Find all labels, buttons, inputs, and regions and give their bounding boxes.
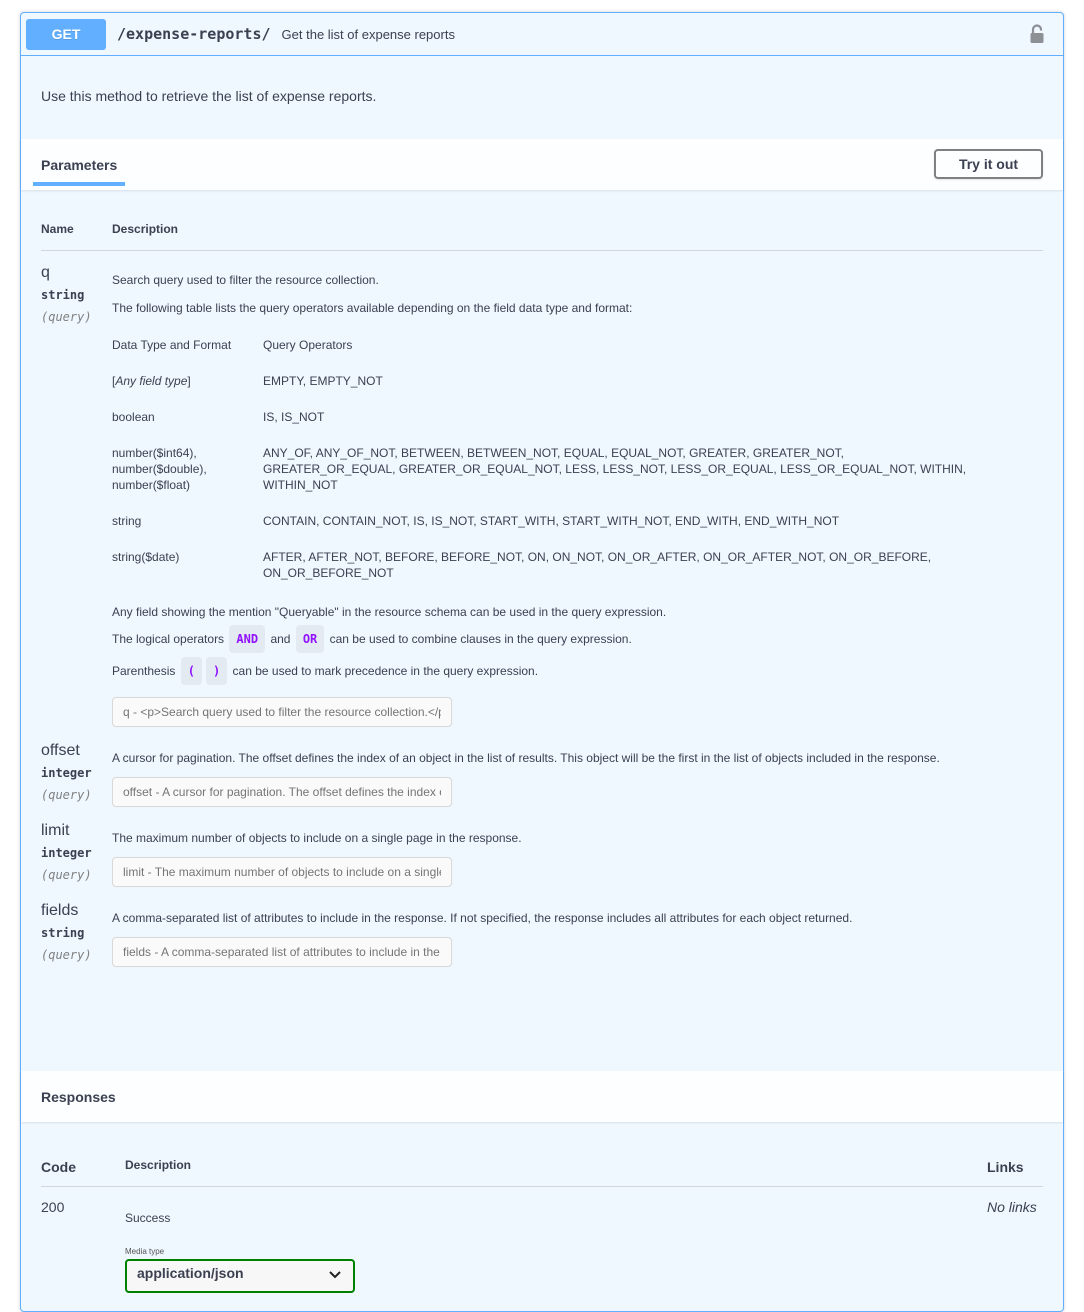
parameter-type: string	[41, 926, 85, 940]
chevron-down-icon	[329, 1267, 341, 1283]
parameter-description: A comma-separated list of attributes to …	[112, 911, 853, 925]
parameter-name: offset	[41, 742, 80, 759]
query-operators-table: Data Type and Format Query Operators [An…	[112, 337, 973, 601]
operators-type-cell: number($int64), number($double), number(…	[112, 445, 263, 513]
operators-cell: ANY_OF, ANY_OF_NOT, BETWEEN, BETWEEN_NOT…	[263, 446, 967, 492]
note-text: and	[270, 632, 291, 646]
media-type-label: Media type	[125, 1247, 165, 1256]
operators-type-cell: [Any field type]	[112, 373, 263, 409]
parameters-table: Name Description q string (query) Search…	[21, 190, 1063, 967]
column-header-description: Description	[125, 1157, 192, 1172]
operators-header-type: Data Type and Format	[112, 338, 232, 352]
parameters-header: Parameters Try it out	[21, 139, 1063, 190]
queryable-note: Any field showing the mention "Queryable…	[112, 605, 667, 619]
column-header-links: Links	[987, 1158, 1024, 1175]
limit-input[interactable]	[112, 857, 452, 887]
media-type-select[interactable]: application/json	[125, 1259, 355, 1293]
close-paren-chip: )	[205, 657, 228, 685]
operators-table-row: string($date) AFTER, AFTER_NOT, BEFORE, …	[112, 549, 973, 601]
operation-block-get-expense-reports: GET /expense-reports/ Get the list of ex…	[20, 12, 1064, 1312]
bracket: ]	[187, 374, 191, 388]
and-operator-chip: AND	[229, 625, 266, 653]
operators-type-cell: boolean	[112, 410, 155, 424]
parameter-name: fields	[41, 902, 79, 919]
tab-active-indicator	[33, 182, 125, 186]
operators-cell: CONTAIN, CONTAIN_NOT, IS, IS_NOT, START_…	[263, 514, 840, 528]
parameter-location: (query)	[41, 788, 92, 802]
operators-table-row: boolean IS, IS_NOT	[112, 409, 973, 445]
note-text: can be used to mark precedence in the qu…	[232, 664, 539, 678]
parameter-type: integer	[41, 766, 92, 780]
unlocked-padlock-icon[interactable]	[1029, 24, 1045, 44]
responses-table-header: Code Description Links	[41, 1143, 1043, 1187]
operation-summary-text: Get the list of expense reports	[281, 26, 455, 42]
operators-cell: EMPTY, EMPTY_NOT	[263, 374, 383, 388]
response-row-200: 200 Success Media type application/json …	[41, 1187, 1043, 1293]
parameter-description: The maximum number of objects to include…	[112, 831, 522, 845]
parameter-description-line: Search query used to filter the resource…	[112, 273, 379, 287]
response-description: Success	[125, 1211, 171, 1225]
operation-summary[interactable]: GET /expense-reports/ Get the list of ex…	[21, 13, 1063, 56]
parameter-description-line: The following table lists the query oper…	[112, 301, 633, 315]
column-header-code: Code	[41, 1158, 76, 1175]
operation-path: /expense-reports/	[117, 25, 271, 43]
operators-table-row: string CONTAIN, CONTAIN_NOT, IS, IS_NOT,…	[112, 513, 973, 549]
parameter-name: limit	[41, 822, 70, 839]
operators-cell: AFTER, AFTER_NOT, BEFORE, BEFORE_NOT, ON…	[263, 550, 932, 580]
responses-title: Responses	[41, 1088, 116, 1105]
response-links: No links	[987, 1199, 1037, 1215]
operators-table-row: number($int64), number($double), number(…	[112, 445, 973, 513]
responses-table: Code Description Links 200 Success Media…	[41, 1143, 1043, 1293]
fields-input[interactable]	[112, 937, 452, 967]
logical-operators-note: The logical operators AND and OR can be …	[112, 625, 1043, 653]
type-line: number($double),	[112, 462, 207, 476]
responses-header: Responses	[21, 1071, 1063, 1122]
response-code: 200	[41, 1199, 65, 1215]
note-text: Parenthesis	[112, 664, 176, 678]
tab-parameters[interactable]: Parameters	[41, 157, 117, 173]
http-method-badge: GET	[26, 18, 106, 50]
parenthesis-note: Parenthesis () can be used to mark prece…	[112, 657, 1043, 685]
parameter-row-fields: fields string (query) A comma-separated …	[41, 901, 1043, 967]
type-line: number($float)	[112, 478, 191, 492]
operators-cell: IS, IS_NOT	[263, 410, 325, 424]
open-paren-chip: (	[180, 657, 202, 685]
parameter-name: q	[41, 264, 50, 281]
parameter-type: integer	[41, 846, 92, 860]
media-type-value: application/json	[137, 1265, 244, 1281]
note-text: The logical operators	[112, 632, 225, 646]
column-header-description: Description	[112, 222, 179, 236]
q-input[interactable]	[112, 697, 452, 727]
note-text: can be used to combine clauses in the qu…	[329, 632, 632, 646]
parameter-location: (query)	[41, 868, 92, 882]
parameters-table-header: Name Description	[41, 210, 1043, 251]
parameter-location: (query)	[41, 948, 92, 962]
operators-header-operators: Query Operators	[263, 338, 353, 352]
parameter-description: A cursor for pagination. The offset defi…	[112, 751, 940, 765]
any-field-type: Any field type	[115, 374, 188, 388]
operation-description: Use this method to retrieve the list of …	[41, 88, 377, 104]
operators-type-cell: string	[112, 514, 142, 528]
parameter-row-q: q string (query) Search query used to fi…	[41, 263, 1043, 727]
parameter-type: string	[41, 288, 85, 302]
operators-type-cell: string($date)	[112, 550, 180, 564]
offset-input[interactable]	[112, 777, 452, 807]
operators-table-row: [Any field type] EMPTY, EMPTY_NOT	[112, 373, 973, 409]
parameter-row-limit: limit integer (query) The maximum number…	[41, 821, 1043, 887]
parameter-location: (query)	[41, 310, 92, 324]
type-line: number($int64),	[112, 446, 197, 460]
or-operator-chip: OR	[295, 625, 325, 653]
parameter-row-offset: offset integer (query) A cursor for pagi…	[41, 741, 1043, 807]
column-header-name: Name	[41, 222, 74, 236]
try-it-out-button[interactable]: Try it out	[934, 149, 1043, 179]
operators-table-header-row: Data Type and Format Query Operators	[112, 337, 973, 373]
